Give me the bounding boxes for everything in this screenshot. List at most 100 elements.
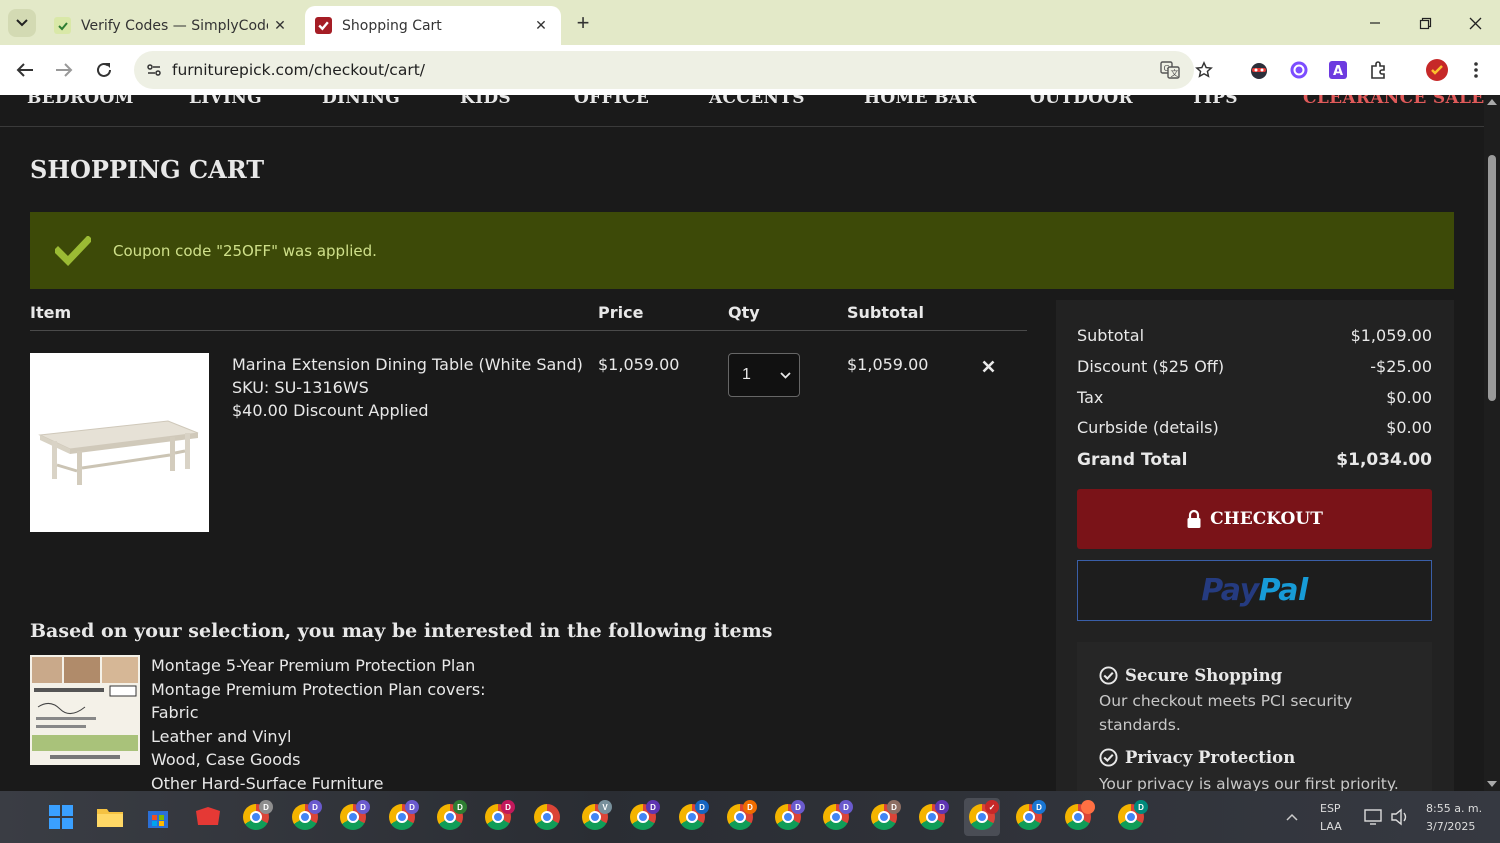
product-subtotal: $1,059.00 [847, 355, 929, 374]
chrome-icon[interactable]: D [916, 800, 949, 833]
chevron-down-icon [780, 366, 791, 384]
product-name[interactable]: Marina Extension Dining Table (White San… [232, 353, 583, 376]
quantity-value: 1 [742, 366, 751, 383]
rec-line: Leather and Vinyl [151, 726, 292, 746]
bookmark-star-icon[interactable] [1190, 56, 1218, 84]
language-indicator[interactable]: ESP [1320, 802, 1341, 815]
chrome-icon[interactable]: D [482, 800, 515, 833]
file-explorer-icon[interactable] [94, 801, 126, 833]
close-icon [1469, 17, 1481, 29]
check-circle-icon [1099, 666, 1118, 685]
chrome-icon[interactable]: D [868, 800, 901, 833]
start-windows-icon[interactable] [45, 801, 77, 833]
translate-icon[interactable]: G文 [1156, 56, 1184, 84]
nav-item-kids[interactable]: KIDS [460, 95, 511, 108]
lock-icon [1186, 509, 1202, 529]
nav-item-dining[interactable]: DINING [322, 95, 400, 108]
column-header-item: Item [30, 303, 72, 322]
address-bar[interactable]: furniturepick.com/checkout/cart/ G文 [134, 51, 1194, 89]
rec-line: Other Hard-Surface Furniture [151, 773, 384, 792]
rec-line[interactable]: Montage 5-Year Premium Protection Plan [151, 654, 486, 678]
privacy-protection-text: Your privacy is always our first priorit… [1099, 775, 1399, 791]
page-scrollbar[interactable] [1484, 95, 1500, 791]
protection-plan-details: Montage 5-Year Premium Protection Plan M… [151, 654, 486, 791]
summary-row-tax: Tax $0.00 [1077, 388, 1432, 407]
scrollbar-thumb[interactable] [1488, 155, 1496, 401]
extension-purple-icon[interactable] [1285, 56, 1313, 84]
summary-row-subtotal: Subtotal $1,059.00 [1077, 326, 1432, 345]
nav-item-bedroom[interactable]: BEDROOM [27, 95, 134, 108]
checkout-button[interactable]: CHECKOUT [1077, 489, 1432, 549]
extension-spy-icon[interactable] [1245, 56, 1273, 84]
profile-avatar-icon[interactable] [1423, 56, 1451, 84]
chrome-icon[interactable]: D [434, 800, 467, 833]
simplycodes-favicon-icon [54, 17, 71, 34]
secure-shopping-text: Our checkout meets PCI security standard… [1099, 692, 1353, 734]
product-discount-note: $40.00 Discount Applied [232, 401, 429, 420]
clock-date[interactable]: 3/7/2025 [1426, 820, 1475, 833]
reload-button[interactable] [90, 56, 118, 84]
main-navigation: BEDROOM LIVING DINING KIDS OFFICE ACCENT… [0, 95, 1484, 127]
chrome-icon[interactable]: D [1115, 800, 1148, 833]
chrome-icon[interactable]: D [337, 800, 370, 833]
minimize-button[interactable] [1360, 8, 1390, 38]
site-info-icon[interactable] [140, 56, 168, 84]
summary-row-discount: Discount ($25 Off) -$25.00 [1077, 357, 1432, 376]
chrome-icon[interactable]: D [676, 800, 709, 833]
tab-search-button[interactable] [8, 9, 36, 37]
keyboard-layout-indicator[interactable]: LAA [1320, 820, 1342, 833]
summary-label: Tax [1077, 388, 1104, 407]
scroll-up-arrow-icon[interactable] [1487, 99, 1497, 105]
svg-text:文: 文 [1171, 68, 1179, 78]
paypal-button[interactable]: PayPal [1077, 560, 1432, 621]
restore-button[interactable] [1410, 8, 1440, 38]
url-text: furniturepick.com/checkout/cart/ [172, 61, 426, 79]
chrome-icon[interactable]: V [579, 800, 612, 833]
close-window-button[interactable] [1460, 8, 1490, 38]
extension-a-icon[interactable]: A [1324, 56, 1352, 84]
nav-item-home-bar[interactable]: HOME BAR [864, 95, 977, 108]
paypal-logo: PayPal [1201, 573, 1308, 608]
extensions-puzzle-icon[interactable] [1364, 56, 1392, 84]
chrome-icon[interactable] [1062, 800, 1095, 833]
nav-item-living[interactable]: LIVING [189, 95, 262, 108]
chrome-icon[interactable]: D [386, 800, 419, 833]
forward-button[interactable] [50, 56, 78, 84]
nav-item-outdoor[interactable]: OUTDOOR [1030, 95, 1133, 108]
grand-total-value: $1,034.00 [1336, 450, 1432, 470]
chrome-icon[interactable]: D [724, 800, 757, 833]
order-summary: Subtotal $1,059.00 Discount ($25 Off) -$… [1056, 300, 1454, 791]
chrome-icon[interactable]: D [627, 800, 660, 833]
chrome-icon[interactable]: D [289, 800, 322, 833]
menu-kebab-icon[interactable] [1462, 56, 1490, 84]
chrome-icon[interactable]: D [240, 800, 273, 833]
product-image[interactable] [30, 353, 209, 532]
checkout-label: CHECKOUT [1210, 509, 1323, 529]
nav-item-clearance-sale[interactable]: CLEARANCE SALE [1303, 95, 1484, 108]
chevron-up-icon[interactable] [1276, 801, 1308, 833]
chrome-icon[interactable]: D [1013, 800, 1046, 833]
browser-toolbar: furniturepick.com/checkout/cart/ G文 A [0, 45, 1500, 95]
nav-item-office[interactable]: OFFICE [574, 95, 649, 108]
chrome-active-icon[interactable]: ✓ [964, 798, 1000, 836]
new-tab-button[interactable]: + [570, 10, 596, 36]
close-icon[interactable]: ✕ [268, 14, 292, 38]
tab-verify-codes[interactable]: Verify Codes — SimplyCodes ✕ [44, 6, 300, 45]
scroll-down-arrow-icon[interactable] [1487, 781, 1497, 787]
close-icon[interactable]: ✕ [529, 14, 553, 38]
protection-plan-image[interactable] [30, 655, 140, 765]
nav-item-accents[interactable]: ACCENTS [709, 95, 805, 108]
remove-item-button[interactable] [978, 356, 998, 376]
chrome-icon[interactable]: D [820, 800, 853, 833]
app-red-icon[interactable] [192, 801, 224, 833]
back-button[interactable] [11, 56, 39, 84]
nav-item-tips[interactable]: TIPS [1191, 95, 1238, 108]
chrome-icon[interactable] [531, 801, 563, 833]
store-icon[interactable] [142, 801, 174, 833]
quantity-select[interactable]: 1 [728, 353, 800, 397]
tab-shopping-cart[interactable]: Shopping Cart ✕ [305, 6, 561, 45]
curbside-details-link[interactable]: Curbside (details) [1077, 418, 1219, 437]
clock-time[interactable]: 8:55 a. m. [1426, 802, 1482, 815]
volume-icon[interactable] [1384, 801, 1416, 833]
chrome-icon[interactable]: D [772, 800, 805, 833]
